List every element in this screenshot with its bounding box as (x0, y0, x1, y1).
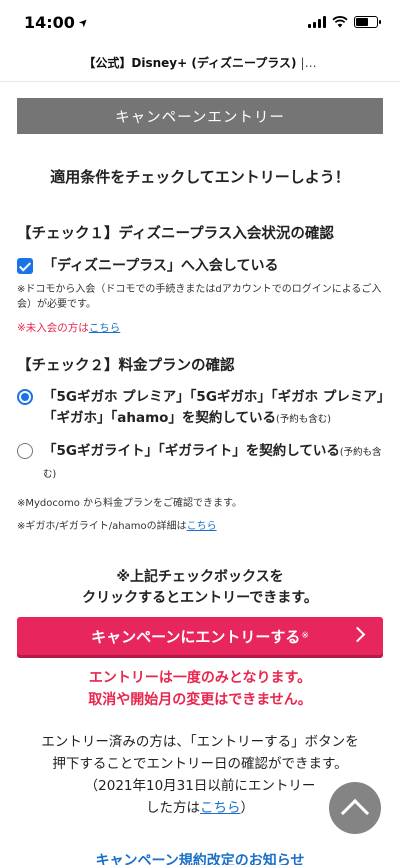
status-time: 14:00 ➤ (24, 12, 91, 32)
warning-line-1: エントリーは一度のみとなります。 (88, 670, 312, 686)
entry-button-label: キャンペーンにエントリーする (91, 627, 301, 646)
campaign-header: キャンペーンエントリー (17, 98, 383, 134)
more-icon[interactable]: |… (301, 56, 317, 70)
lead-text: 適用条件をチェックしてエントリーしよう！ (50, 168, 350, 186)
instruction-line-1: ※上記チェックボックスを (116, 569, 284, 585)
unjoined-link[interactable]: こちら (89, 322, 121, 334)
scroll-to-top-button[interactable] (329, 782, 381, 834)
radio-selected-icon[interactable] (17, 389, 33, 405)
entered-line-2: 押下することでエントリー日の確認ができます。 (52, 756, 348, 772)
entered-link[interactable]: こちら (200, 800, 241, 816)
chevron-right-icon (349, 626, 366, 643)
plan-option-giga-ho[interactable]: 「5Gギガホ プレミア」「5Gギガホ」「ギガホ プレミア」「ギガホ」「ahamo… (17, 387, 387, 430)
location-arrow-icon: ➤ (75, 14, 92, 30)
signal-icon (308, 16, 326, 28)
check1-option-label[interactable]: 「ディズニープラス」へ入会している (43, 256, 278, 276)
checkbox-checked-icon[interactable] (17, 258, 33, 274)
instruction-line-2: クリックするとエントリーできます。 (82, 590, 318, 606)
radio-unselected-icon[interactable] (17, 443, 33, 459)
unjoined-prefix: ※未入会の方は (17, 322, 89, 334)
plan-option-label[interactable]: 「5Gギガライト」「ギガライト」を契約している(予約も含む) (43, 441, 387, 485)
clock: 14:00 (24, 12, 75, 32)
campaign-header-title: キャンペーンエントリー (115, 109, 285, 126)
status-bar: 14:00 ➤ (0, 0, 400, 44)
plan-option-1-text: 「5Gギガホ プレミア」「5Gギガホ」「ギガホ プレミア」「ギガホ」「ahamo… (43, 389, 384, 426)
entered-line-4-suffix: ） (240, 800, 255, 816)
plan-detail-link[interactable]: こちら (187, 521, 217, 532)
entered-line-4-prefix: した方は (146, 800, 200, 816)
terms-revision-link[interactable]: キャンペーン規約改定のお知らせ (0, 850, 400, 865)
page-title: 【公式】Disney+ (ディズニープラス) (83, 56, 297, 70)
check1-option[interactable]: 「ディズニープラス」へ入会している (17, 256, 387, 276)
check2-title: 【チェック２】料金プランの確認 (17, 358, 235, 374)
unjoined-note: ※未入会の方はこちら (17, 320, 120, 335)
plan-option-label[interactable]: 「5Gギガホ プレミア」「5Gギガホ」「ギガホ プレミア」「ギガホ」「ahamo… (43, 387, 387, 430)
plan-detail-prefix: ※ギガホ/ギガライト/ahamoの詳細は (17, 521, 187, 532)
mydocomo-note: ※Mydocomo から料金プランをご確認できます。 (17, 498, 243, 509)
status-icons (308, 16, 381, 28)
plan-option-1-suffix: (予約も含む) (276, 414, 331, 425)
battery-icon (354, 16, 381, 28)
entry-button-mark: ※ (301, 631, 309, 641)
check1-title: 【チェック１】ディズニープラス入会状況の確認 (17, 226, 334, 242)
check1-note: ※ドコモから入会（ドコモでの手続きまたはdアカウントでのログインによるご入会）が… (17, 284, 382, 310)
entered-line-1: エントリー済みの方は、「エントリーする」ボタンを (41, 734, 359, 750)
browser-title-bar[interactable]: 【公式】Disney+ (ディズニープラス) |… (0, 44, 400, 82)
plan-option-giga-lite[interactable]: 「5Gギガライト」「ギガライト」を契約している(予約も含む) (17, 441, 387, 485)
entry-warning: エントリーは一度のみとなります。 取消や開始月の変更はできません。 (0, 667, 400, 711)
wifi-icon (332, 16, 348, 28)
instruction-text: ※上記チェックボックスを クリックするとエントリーできます。 (0, 567, 400, 609)
warning-line-2: 取消や開始月の変更はできません。 (88, 692, 312, 708)
plan-option-2-text: 「5Gギガライト」「ギガライト」を契約している (43, 443, 340, 459)
entry-button[interactable]: キャンペーンにエントリーする ※ (17, 617, 383, 655)
plan-detail-note: ※ギガホ/ギガライト/ahamoの詳細はこちら (17, 519, 383, 534)
